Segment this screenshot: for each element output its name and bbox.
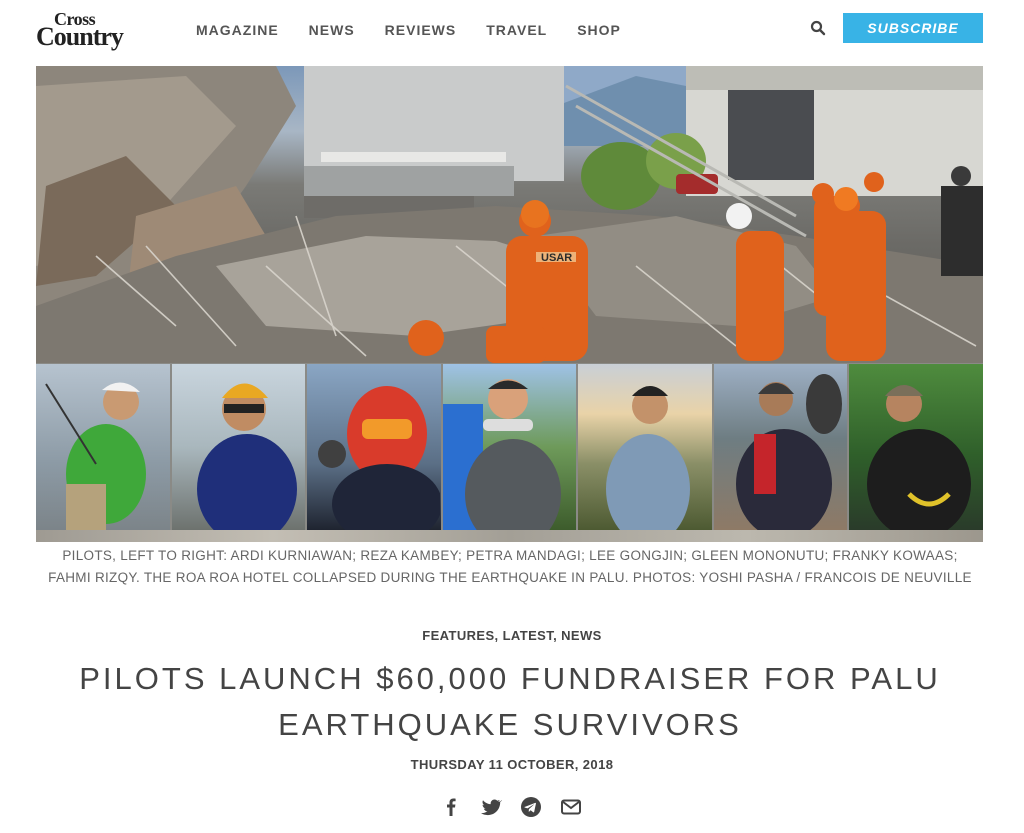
pilot-photo-2 [171, 364, 306, 530]
logo-line-2: Country [36, 22, 124, 51]
rescue-scene-photo: USAR [36, 66, 983, 363]
article-categories[interactable]: FEATURES, LATEST, NEWS [0, 628, 1024, 643]
site-logo[interactable]: Cross Country [36, 10, 148, 50]
pilot-photo-1 [36, 364, 170, 530]
telegram-icon[interactable] [520, 796, 542, 818]
article-title: PILOTS LAUNCH $60,000 FUNDRAISER FOR PAL… [79, 661, 941, 742]
facebook-icon[interactable] [440, 796, 462, 818]
email-icon[interactable] [560, 796, 582, 818]
rubble-strip [36, 530, 983, 542]
nav-travel[interactable]: TRAVEL [486, 22, 547, 38]
pilot-photo-4 [442, 364, 577, 530]
pilot-photo-7 [849, 364, 983, 530]
pilot-photo-6 [713, 364, 848, 530]
nav-reviews[interactable]: REVIEWS [385, 22, 457, 38]
nav-shop[interactable]: SHOP [577, 22, 621, 38]
article-date: THURSDAY 11 OCTOBER, 2018 [410, 757, 614, 772]
pilot-portraits [36, 364, 983, 530]
twitter-icon[interactable] [480, 796, 503, 818]
pilot-photo-5 [578, 364, 712, 530]
main-nav: MAGAZINE NEWS REVIEWS TRAVEL SHOP [196, 22, 621, 38]
vest-text: USAR [541, 252, 572, 264]
subscribe-button[interactable]: SUBSCRIBE [843, 13, 983, 43]
pilot-photo-3 [307, 364, 441, 530]
nav-news[interactable]: NEWS [309, 22, 355, 38]
share-bar [440, 796, 582, 818]
image-caption: PILOTS, LEFT TO RIGHT: ARDI KURNIAWAN; R… [48, 548, 972, 585]
site-header: Cross Country MAGAZINE NEWS REVIEWS TRAV… [0, 0, 1024, 62]
nav-magazine[interactable]: MAGAZINE [196, 22, 279, 38]
hero-image: USAR [36, 66, 983, 542]
search-icon[interactable] [810, 20, 826, 36]
